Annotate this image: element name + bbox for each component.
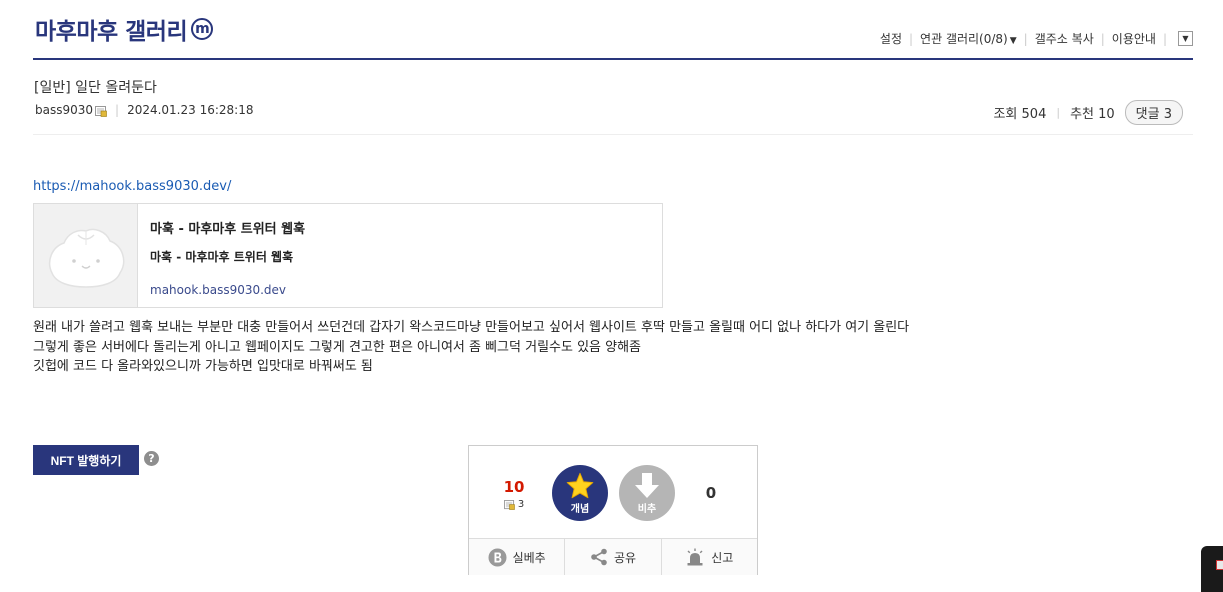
down-arrow-icon: [635, 472, 659, 498]
b-circle-icon: [488, 548, 507, 566]
post-meta: bass9030 | 2024.01.23 16:28:18: [35, 103, 253, 117]
comment-count-button[interactable]: 댓글 3: [1124, 100, 1183, 125]
divider: |: [115, 103, 120, 117]
header-divider: [33, 58, 1193, 60]
gallery-title-text[interactable]: 마후마후 갤러리: [35, 12, 188, 46]
downvote-button[interactable]: 비추: [619, 465, 675, 521]
silbechu-button[interactable]: 실베추: [469, 539, 566, 575]
divider: |: [1056, 106, 1061, 119]
meta-divider: [33, 134, 1193, 135]
star-icon: [566, 472, 594, 498]
divider: |: [1023, 31, 1028, 46]
post-body: 원래 내가 쓸려고 웹훅 보내는 부분만 대충 만들어서 쓰던건데 갑자기 왁스…: [33, 318, 938, 377]
share-label: 공유: [613, 550, 637, 565]
divider: |: [1100, 31, 1105, 46]
nft-mint-button[interactable]: NFT 발행하기: [33, 445, 139, 475]
post-url-link[interactable]: https://mahook.bass9030.dev/: [33, 179, 231, 194]
copy-address-link[interactable]: 갤주소 복사: [1035, 30, 1094, 47]
preview-title: 마훅 - 마후마후 트위터 웹훅: [150, 222, 306, 237]
upvote-count: 10: [503, 478, 525, 496]
body-line: 그렇게 좋은 서버에다 돌리는게 아니고 웹페이지도 그렇게 견고한 편은 아니…: [33, 339, 642, 355]
preview-body: 마훅 - 마후마후 트위터 웹훅 마훅 - 마후마후 트위터 웹훅 mahook…: [138, 204, 317, 307]
report-button[interactable]: 신고: [662, 539, 757, 575]
view-count: 조회 504: [993, 107, 1047, 122]
help-icon[interactable]: ?: [144, 451, 159, 466]
vote-actions: 실베추 공유 신고: [469, 538, 757, 575]
post-stats: 조회 504 | 추천 10 댓글 3: [993, 100, 1183, 125]
preview-thumbnail: [34, 204, 138, 307]
fixed-nick-icon: [503, 499, 515, 510]
vote-panel: 10 3 개념 비추 0: [469, 446, 757, 538]
report-label: 신고: [711, 550, 734, 565]
expand-toggle-button[interactable]: ▼: [1178, 31, 1193, 46]
share-icon: [591, 548, 607, 566]
downvote-label: 비추: [637, 503, 657, 515]
post-date: 2024.01.23 16:28:18: [127, 103, 254, 117]
preview-description: 마훅 - 마후마후 트위터 웹훅: [150, 250, 294, 264]
downvote-count: 0: [705, 484, 717, 502]
link-preview-card[interactable]: 마훅 - 마후마후 트위터 웹훅 마훅 - 마후마후 트위터 웹훅 mahook…: [33, 203, 663, 308]
related-gallery-label: 연관 갤러리(0/8): [920, 32, 1008, 46]
guide-link[interactable]: 이용안내: [1112, 30, 1156, 47]
caret-down-icon: ▼: [1182, 34, 1189, 43]
body-line: 원래 내가 쓸려고 웹훅 보내는 부분만 대충 만들어서 쓰던건데 갑자기 왁스…: [33, 320, 910, 335]
share-button[interactable]: 공유: [565, 539, 662, 575]
caret-down-icon: ▼: [1009, 36, 1017, 46]
vote-box: 10 3 개념 비추 0 실베추 공유 신고: [468, 445, 758, 575]
silbechu-label: 실베추: [512, 550, 546, 565]
divider: |: [909, 31, 914, 46]
author-name[interactable]: bass9030: [35, 103, 93, 117]
post-title: [일반] 일단 올려둔다: [34, 80, 157, 96]
related-gallery-dropdown[interactable]: 연관 갤러리(0/8) ▼: [920, 30, 1017, 47]
body-line: 깃헙에 코드 다 올라와있으니까 가능하면 입맛대로 바꿔써도 됨: [33, 359, 373, 374]
upvote-label: 개념: [570, 503, 590, 515]
settings-link[interactable]: 설정: [880, 30, 902, 47]
top-links: 설정 | 연관 갤러리(0/8) ▼ | 갤주소 복사 | 이용안내 | ▼: [880, 30, 1193, 47]
preview-domain: mahook.bass9030.dev: [150, 283, 287, 297]
fixed-upvote-value: 3: [517, 499, 525, 510]
siren-icon: [687, 548, 703, 566]
fixed-upvote-count: 3: [499, 499, 529, 510]
dumpling-logo-icon: [48, 228, 124, 288]
widget-icon: [1216, 560, 1223, 570]
upvote-button[interactable]: 개념: [552, 465, 608, 521]
recommend-count: 추천 10: [1070, 107, 1115, 122]
gallery-title[interactable]: 마후마후 갤러리 m: [35, 12, 214, 46]
divider: |: [1162, 31, 1167, 46]
floating-widget-button[interactable]: [1201, 546, 1223, 592]
fixed-nick-icon: [95, 105, 107, 117]
minor-gallery-badge-icon: m: [191, 18, 214, 40]
